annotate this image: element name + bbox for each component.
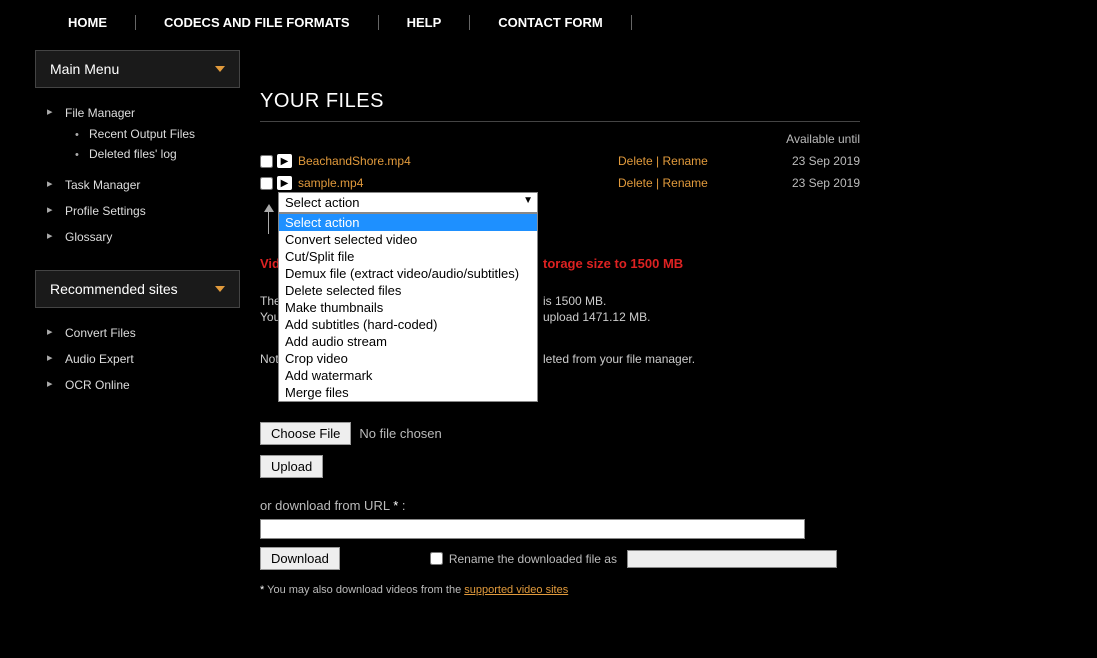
- file-date: 23 Sep 2019: [738, 176, 860, 190]
- file-name[interactable]: BeachandShore.mp4: [298, 154, 618, 168]
- download-button[interactable]: Download: [260, 547, 340, 570]
- sidebar-item-profile[interactable]: Profile Settings: [47, 198, 240, 224]
- action-option[interactable]: Merge files: [279, 384, 537, 401]
- rename-checkbox[interactable]: [430, 552, 443, 565]
- delete-link[interactable]: Delete: [618, 154, 653, 168]
- notice-title-right: torage size to 1500 MB: [543, 256, 683, 271]
- content: YOUR FILES Available until ▶ BeachandSho…: [240, 50, 880, 596]
- action-option[interactable]: Crop video: [279, 350, 537, 367]
- no-file-label: No file chosen: [359, 426, 441, 441]
- supported-sites-link[interactable]: supported video sites: [464, 584, 568, 596]
- action-option[interactable]: Add watermark: [279, 367, 537, 384]
- delete-link[interactable]: Delete: [618, 176, 653, 190]
- sidebar-item-convert[interactable]: Convert Files: [47, 320, 240, 346]
- action-option[interactable]: Add subtitles (hard-coded): [279, 316, 537, 333]
- footnote-text: You may also download videos from the: [267, 584, 464, 596]
- action-option[interactable]: Demux file (extract video/audio/subtitle…: [279, 265, 537, 282]
- action-select[interactable]: Select action: [278, 192, 538, 213]
- nav-help[interactable]: HELP: [379, 15, 471, 30]
- rename-label-text: Rename the downloaded file as: [449, 552, 617, 566]
- file-actions: Delete | Rename: [618, 154, 738, 168]
- footnote: * You may also download videos from the …: [260, 584, 860, 596]
- action-option[interactable]: Select action: [279, 214, 537, 231]
- nav-codecs[interactable]: CODECS AND FILE FORMATS: [136, 15, 379, 30]
- choose-file-row: Choose File No file chosen: [260, 422, 860, 445]
- action-dropdown: Select action Convert selected video Cut…: [278, 213, 538, 402]
- sidebar-sub-deleted[interactable]: Deleted files' log: [75, 144, 240, 164]
- notice-line2b: upload 1471.12 MB.: [543, 310, 650, 324]
- rename-checkbox-label: Rename the downloaded file as: [430, 552, 617, 566]
- file-checkbox[interactable]: [260, 177, 273, 190]
- top-nav: HOME CODECS AND FILE FORMATS HELP CONTAC…: [0, 0, 1097, 50]
- rename-input[interactable]: [627, 550, 837, 568]
- notice-line1b: is 1500 MB.: [543, 294, 606, 308]
- notice-line3b: leted from your file manager.: [543, 352, 695, 366]
- nav-contact[interactable]: CONTACT FORM: [470, 15, 631, 30]
- sidebar-item-glossary[interactable]: Glossary: [47, 224, 240, 250]
- chevron-down-icon: [215, 286, 225, 292]
- recommended-title: Recommended sites: [50, 281, 178, 297]
- action-option[interactable]: Make thumbnails: [279, 299, 537, 316]
- sidebar-item-audio[interactable]: Audio Expert: [47, 346, 240, 372]
- file-row: ▶ sample.mp4 Delete | Rename 23 Sep 2019: [260, 176, 860, 190]
- recommended-list: Convert Files Audio Expert OCR Online: [47, 320, 240, 398]
- rename-link[interactable]: Rename: [662, 176, 707, 190]
- file-date: 23 Sep 2019: [738, 154, 860, 168]
- file-checkbox[interactable]: [260, 155, 273, 168]
- play-icon[interactable]: ▶: [277, 154, 292, 168]
- rename-link[interactable]: Rename: [662, 154, 707, 168]
- sidebar-sub-recent[interactable]: Recent Output Files: [75, 124, 240, 144]
- recommended-header[interactable]: Recommended sites: [35, 270, 240, 308]
- main-menu-title: Main Menu: [50, 61, 119, 77]
- sidebar-item-label: File Manager: [65, 106, 135, 120]
- chevron-down-icon: [215, 66, 225, 72]
- sidebar: Main Menu File Manager Recent Output Fil…: [0, 50, 240, 596]
- action-option[interactable]: Convert selected video: [279, 231, 537, 248]
- nav-home[interactable]: HOME: [40, 15, 136, 30]
- sidebar-item-file-manager[interactable]: File Manager Recent Output Files Deleted…: [47, 100, 240, 172]
- sidebar-item-task-manager[interactable]: Task Manager: [47, 172, 240, 198]
- file-row: ▶ BeachandShore.mp4 Delete | Rename 23 S…: [260, 154, 860, 168]
- page-title: YOUR FILES: [260, 90, 860, 122]
- file-name[interactable]: sample.mp4: [298, 176, 618, 190]
- or-download-label: or download from URL * :: [260, 498, 860, 513]
- sidebar-item-ocr[interactable]: OCR Online: [47, 372, 240, 398]
- action-option[interactable]: Delete selected files: [279, 282, 537, 299]
- play-icon[interactable]: ▶: [277, 176, 292, 190]
- main-menu-header[interactable]: Main Menu: [35, 50, 240, 88]
- main-menu-list: File Manager Recent Output Files Deleted…: [47, 100, 240, 250]
- upload-button[interactable]: Upload: [260, 455, 323, 478]
- action-option[interactable]: Cut/Split file: [279, 248, 537, 265]
- url-input[interactable]: [260, 519, 805, 539]
- notice-line3a: Not: [260, 352, 279, 366]
- action-option[interactable]: Add audio stream: [279, 333, 537, 350]
- available-label: Available until: [260, 132, 860, 146]
- choose-file-button[interactable]: Choose File: [260, 422, 351, 445]
- download-row: Download Rename the downloaded file as: [260, 547, 860, 570]
- notice-title-left: Vid: [260, 256, 280, 271]
- file-actions: Delete | Rename: [618, 176, 738, 190]
